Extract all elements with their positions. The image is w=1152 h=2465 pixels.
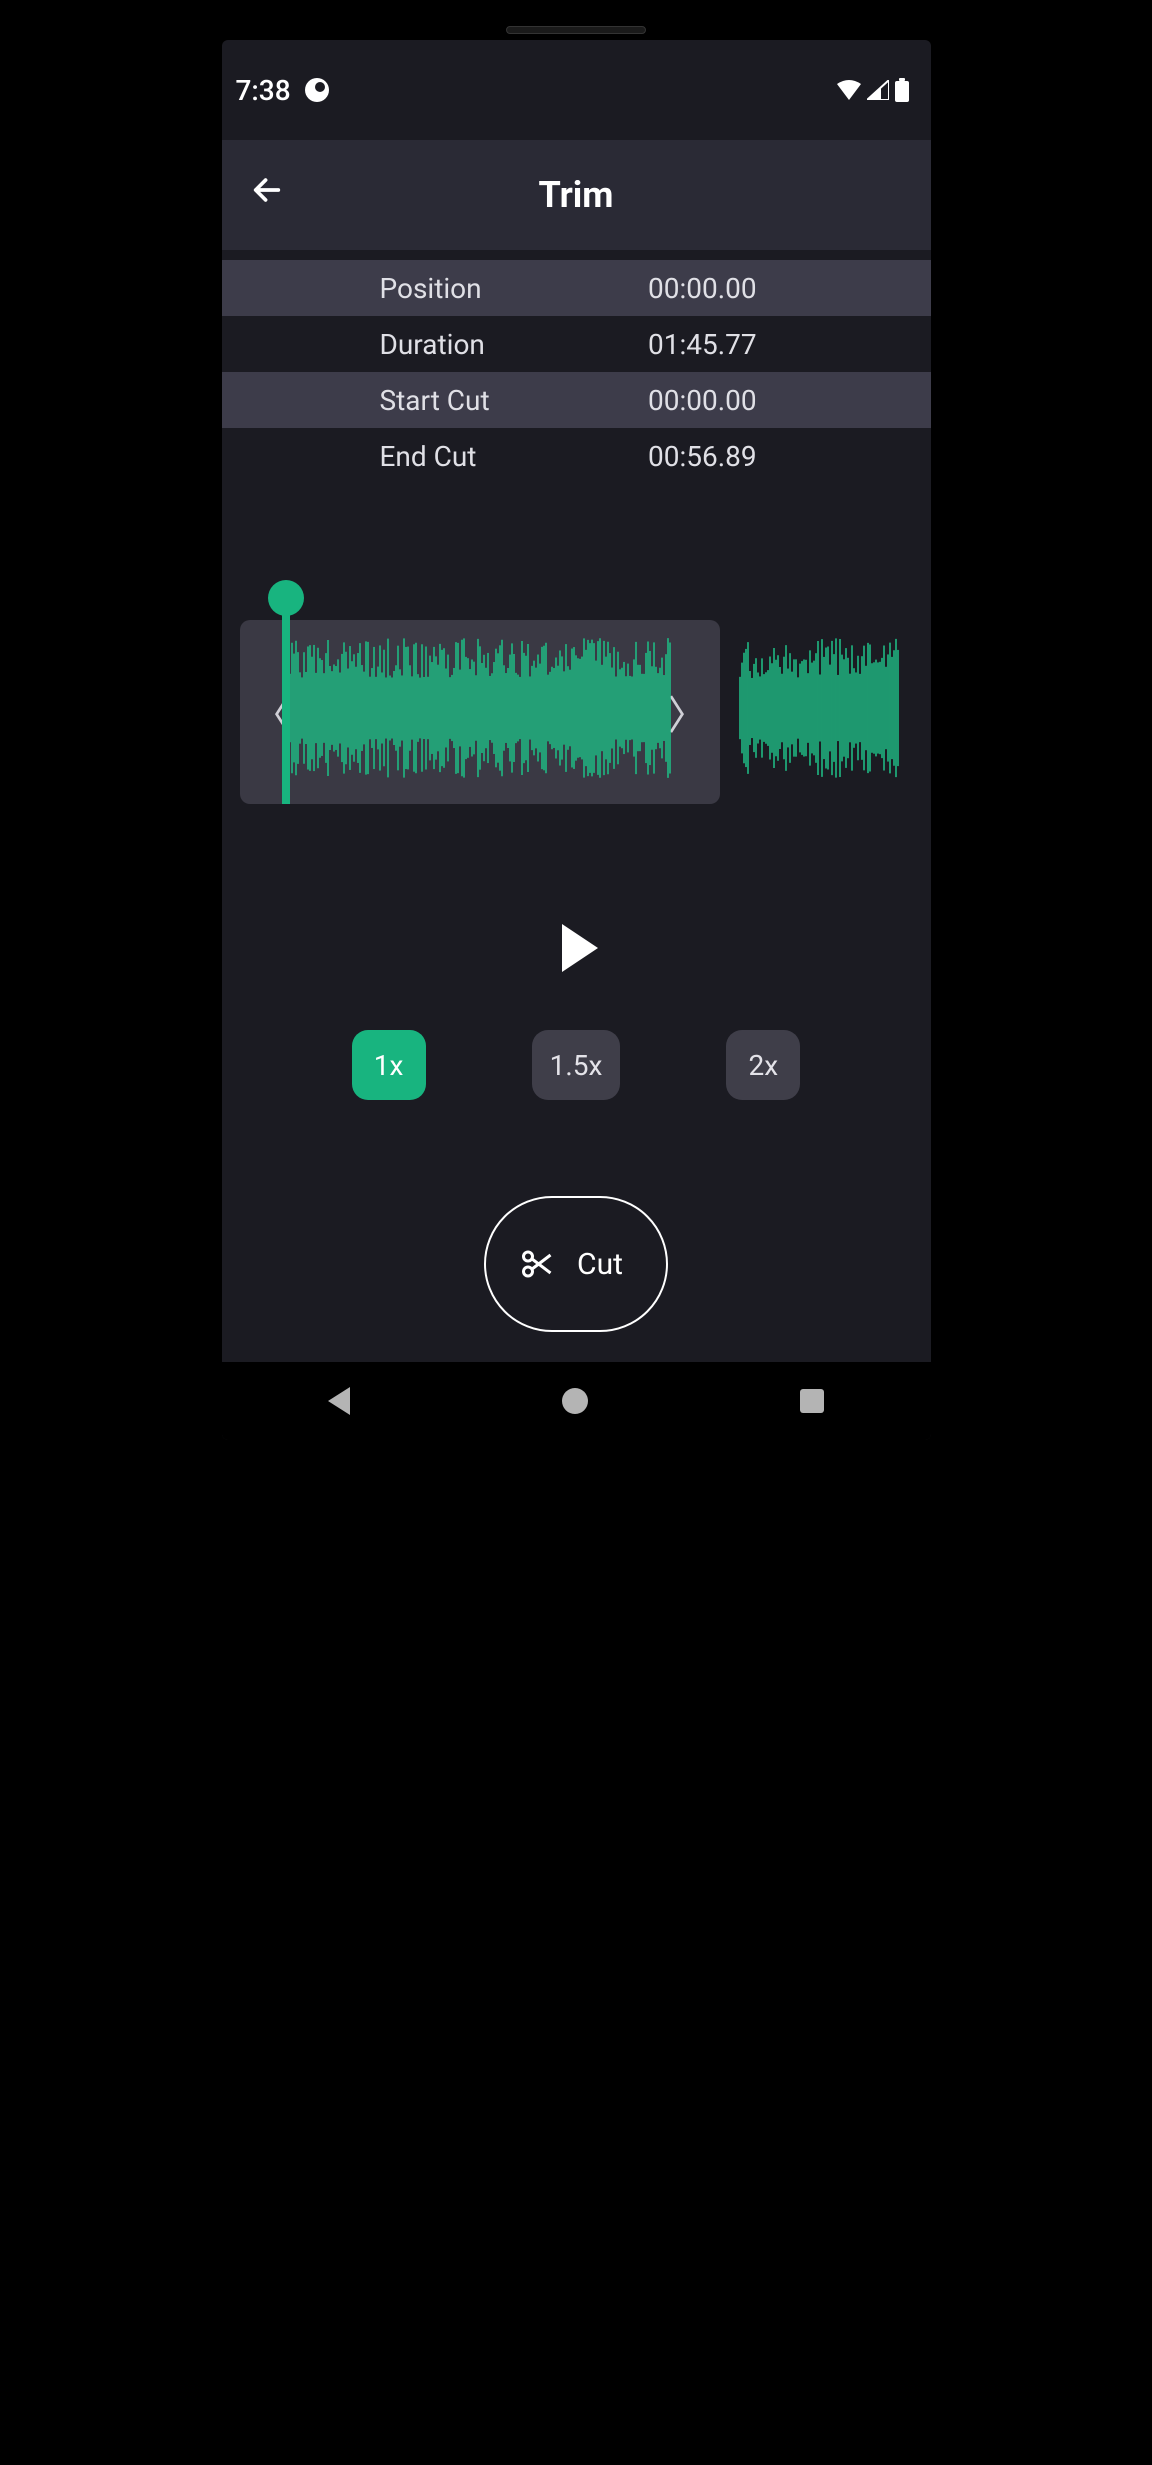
play-icon [562,924,598,972]
speed-label: 2x [749,1049,779,1082]
info-value: 00:56.89 [576,440,931,473]
battery-icon [895,78,909,102]
status-left: 7:38 [236,74,329,107]
nav-back-icon[interactable] [328,1387,350,1415]
speed-label: 1x [374,1049,404,1082]
status-right [837,78,909,102]
info-label: Start Cut [222,384,577,417]
waveform-area[interactable]: 〈 〉 [222,584,931,804]
nav-home-icon[interactable] [562,1388,588,1414]
waveform-icon [240,620,900,796]
nav-recent-icon[interactable] [800,1389,824,1413]
back-button[interactable] [250,173,284,217]
cut-button[interactable]: Cut [484,1196,668,1332]
speed-2x-button[interactable]: 2x [726,1030,800,1100]
info-label: End Cut [222,440,577,473]
speed-1x-button[interactable]: 1x [352,1030,426,1100]
info-value: 01:45.77 [576,328,931,361]
cellular-icon [867,80,889,100]
speed-label: 1.5x [550,1049,603,1082]
info-row-position: Position 00:00.00 [222,260,931,316]
info-row-duration: Duration 01:45.77 [222,316,931,372]
info-label: Duration [222,328,577,361]
app-bar: Trim [222,140,931,250]
info-value: 00:00.00 [576,272,931,305]
device-frame: 7:38 Trim Position 00:00.00 Duration 01 [210,0,943,1454]
speed-row: 1x 1.5x 2x [222,1030,931,1100]
info-value: 00:00.00 [576,384,931,417]
device-speaker [506,26,646,34]
speed-1-5x-button[interactable]: 1.5x [532,1030,621,1100]
system-nav-bar [222,1362,931,1440]
info-table: Position 00:00.00 Duration 01:45.77 Star… [222,260,931,484]
info-label: Position [222,272,577,305]
status-time: 7:38 [236,74,291,107]
screen: 7:38 Trim Position 00:00.00 Duration 01 [222,40,931,1440]
info-row-start-cut: Start Cut 00:00.00 [222,372,931,428]
info-row-end-cut: End Cut 00:56.89 [222,428,931,484]
page-title: Trim [222,174,931,216]
arrow-left-icon [250,173,284,207]
app-indicator-icon [305,78,329,102]
status-bar: 7:38 [222,40,931,140]
cut-label: Cut [577,1247,623,1282]
playhead[interactable] [282,594,290,804]
scissors-icon [519,1246,555,1282]
wifi-icon [837,80,861,100]
play-button[interactable] [552,924,600,972]
